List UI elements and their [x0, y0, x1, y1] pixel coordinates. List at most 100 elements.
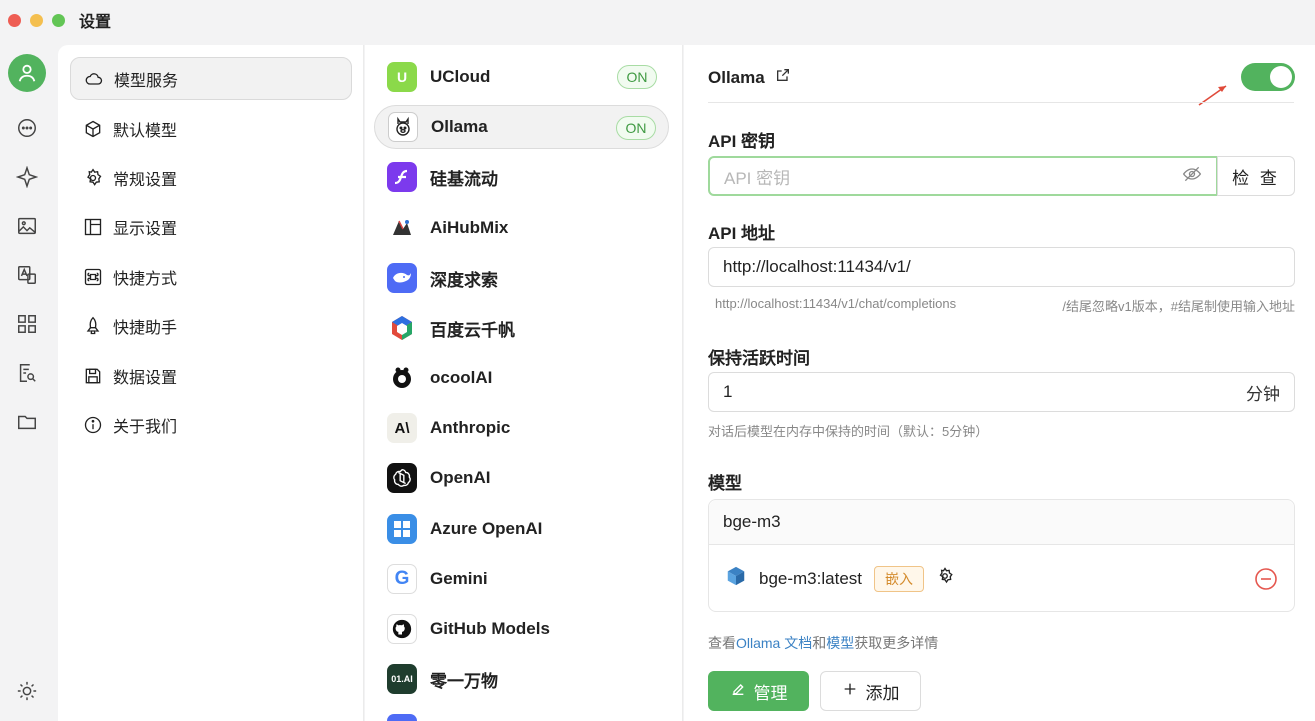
keep-alive-input[interactable]: 1 分钟 — [708, 372, 1295, 412]
provider-status-badge: ON — [617, 65, 657, 89]
menu-item-label: 默认模型 — [113, 122, 178, 140]
manage-models-button[interactable]: 管理 — [708, 671, 809, 711]
provider-item-ocoolai[interactable]: ocoolAI — [374, 356, 669, 400]
model-row: bge-m3:latest 嵌入 — [709, 545, 1294, 612]
translate-icon[interactable] — [16, 264, 38, 286]
provider-item-anthropic[interactable]: A\ Anthropic — [374, 406, 669, 450]
menu-item-general-settings[interactable]: 常规设置 — [70, 156, 352, 199]
provider-item-next[interactable] — [374, 707, 669, 721]
model-settings-gear-icon[interactable] — [936, 567, 954, 590]
close-window-button[interactable] — [8, 13, 21, 27]
provider-name: 百度云千帆 — [430, 320, 515, 340]
provider-detail: Ollama API 密钥 API 密钥 检 查 API 地址 http://l… — [684, 45, 1315, 721]
openai-logo-icon — [387, 463, 417, 493]
api-key-placeholder: API 密钥 — [724, 168, 791, 188]
model-group-header[interactable]: bge-m3 — [709, 500, 1294, 545]
menu-item-display-settings[interactable]: 显示设置 — [70, 205, 352, 248]
settings-menu: 模型服务 默认模型 常规设置 显示设置 快捷方式 快捷助手 数据设置 关于我们 — [58, 45, 364, 721]
embedding-tag: 嵌入 — [874, 565, 924, 592]
check-api-key-button[interactable]: 检 查 — [1217, 156, 1295, 196]
provider-name: AiHubMix — [430, 218, 509, 237]
edit-icon — [730, 681, 746, 702]
help-and: 和 — [812, 635, 827, 651]
menu-item-label: 数据设置 — [113, 369, 178, 387]
external-link-icon[interactable] — [775, 67, 791, 88]
api-key-input[interactable]: API 密钥 — [708, 156, 1218, 196]
api-url-preview: http://localhost:11434/v1/chat/completio… — [715, 296, 957, 311]
cube-sparkle-icon — [82, 118, 104, 140]
provider-list: U UCloud ON Ollama ON 硅基流动 AiHubMix 深度求索… — [365, 45, 683, 721]
menu-item-label: 快捷助手 — [113, 319, 178, 337]
title-bar: 设置 — [0, 0, 1315, 40]
provider-title: Ollama — [708, 67, 765, 87]
provider-name: GitHub Models — [430, 619, 550, 638]
image-icon[interactable] — [16, 215, 38, 237]
google-logo-icon: G — [387, 564, 417, 594]
menu-item-default-model[interactable]: 默认模型 — [70, 107, 352, 150]
minimize-window-button[interactable] — [30, 13, 43, 27]
provider-name: Azure OpenAI — [430, 519, 543, 538]
chat-icon[interactable] — [16, 117, 38, 139]
api-url-input[interactable]: http://localhost:11434/v1/ — [708, 247, 1295, 287]
menu-item-label: 快捷方式 — [113, 270, 178, 288]
provider-header: Ollama — [708, 67, 791, 88]
info-icon — [82, 414, 104, 436]
provider-item-siliconflow[interactable]: 硅基流动 — [374, 155, 669, 199]
keep-alive-hint: 对话后模型在内存中保持的时间（默认：5分钟） — [708, 424, 989, 439]
icon-rail — [0, 40, 58, 721]
help-prefix: 查看 — [708, 635, 736, 651]
provider-enable-toggle[interactable] — [1241, 63, 1295, 91]
sparkle-icon[interactable] — [16, 166, 38, 188]
manage-label: 管理 — [753, 683, 788, 703]
provider-item-github-models[interactable]: GitHub Models — [374, 607, 669, 651]
provider-item-ollama[interactable]: Ollama ON — [374, 105, 669, 149]
provider-item-baidu-qianfan[interactable]: 百度云千帆 — [374, 306, 669, 350]
provider-item-aihubmix[interactable]: AiHubMix — [374, 206, 669, 250]
ollama-docs-link[interactable]: Ollama 文档 — [736, 635, 812, 651]
provider-status-badge: ON — [616, 116, 656, 140]
help-text: 查看Ollama 文档和模型获取更多详情 — [708, 633, 938, 653]
api-url-hint: /结尾忽略v1版本，#结尾制使用输入地址 — [1062, 299, 1295, 314]
apps-grid-icon[interactable] — [16, 313, 38, 335]
models-list: bge-m3 bge-m3:latest 嵌入 — [708, 499, 1295, 612]
github-logo-icon — [387, 614, 417, 644]
provider-name: 硅基流动 — [430, 169, 498, 189]
add-label: 添加 — [865, 683, 900, 703]
api-url-label: API 地址 — [708, 224, 776, 243]
add-model-button[interactable]: 添加 — [820, 671, 921, 711]
provider-name: UCloud — [430, 67, 491, 86]
user-avatar[interactable] — [8, 54, 46, 92]
provider-item-openai[interactable]: OpenAI — [374, 456, 669, 500]
menu-item-quick-assistant[interactable]: 快捷助手 — [70, 304, 352, 347]
provider-logo-icon — [387, 714, 417, 721]
api-url-value: http://localhost:11434/v1/ — [723, 257, 911, 276]
models-link[interactable]: 模型 — [826, 635, 854, 651]
provider-name: OpenAI — [430, 468, 491, 487]
knowledge-search-icon[interactable] — [16, 362, 38, 384]
menu-item-data-settings[interactable]: 数据设置 — [70, 354, 352, 397]
provider-item-deepseek[interactable]: 深度求索 — [374, 256, 669, 300]
api-key-label: API 密钥 — [708, 132, 776, 151]
remove-model-icon[interactable] — [1254, 567, 1278, 596]
aihubmix-logo-icon — [387, 213, 417, 243]
ollama-logo-icon — [388, 112, 418, 142]
keep-alive-unit: 分钟 — [1246, 384, 1280, 404]
maximize-window-button[interactable] — [52, 13, 65, 27]
folder-icon[interactable] — [16, 411, 38, 433]
layout-icon — [82, 216, 104, 238]
baidu-qianfan-logo-icon — [387, 313, 417, 343]
provider-item-azure-openai[interactable]: Azure OpenAI — [374, 507, 669, 551]
provider-item-gemini[interactable]: G Gemini — [374, 557, 669, 601]
ocoolai-logo-icon — [387, 363, 417, 393]
provider-item-01ai[interactable]: 01.AI 零一万物 — [374, 657, 669, 701]
provider-item-ucloud[interactable]: U UCloud ON — [374, 55, 669, 99]
menu-item-shortcuts[interactable]: 快捷方式 — [70, 255, 352, 298]
eye-off-icon[interactable] — [1182, 164, 1202, 189]
theme-sun-icon[interactable] — [16, 680, 38, 702]
menu-item-model-service[interactable]: 模型服务 — [70, 57, 352, 100]
models-label: 模型 — [708, 474, 742, 493]
provider-name: ocoolAI — [430, 368, 493, 387]
menu-item-about[interactable]: 关于我们 — [70, 403, 352, 446]
command-icon — [82, 266, 104, 288]
menu-item-label: 常规设置 — [113, 171, 178, 189]
